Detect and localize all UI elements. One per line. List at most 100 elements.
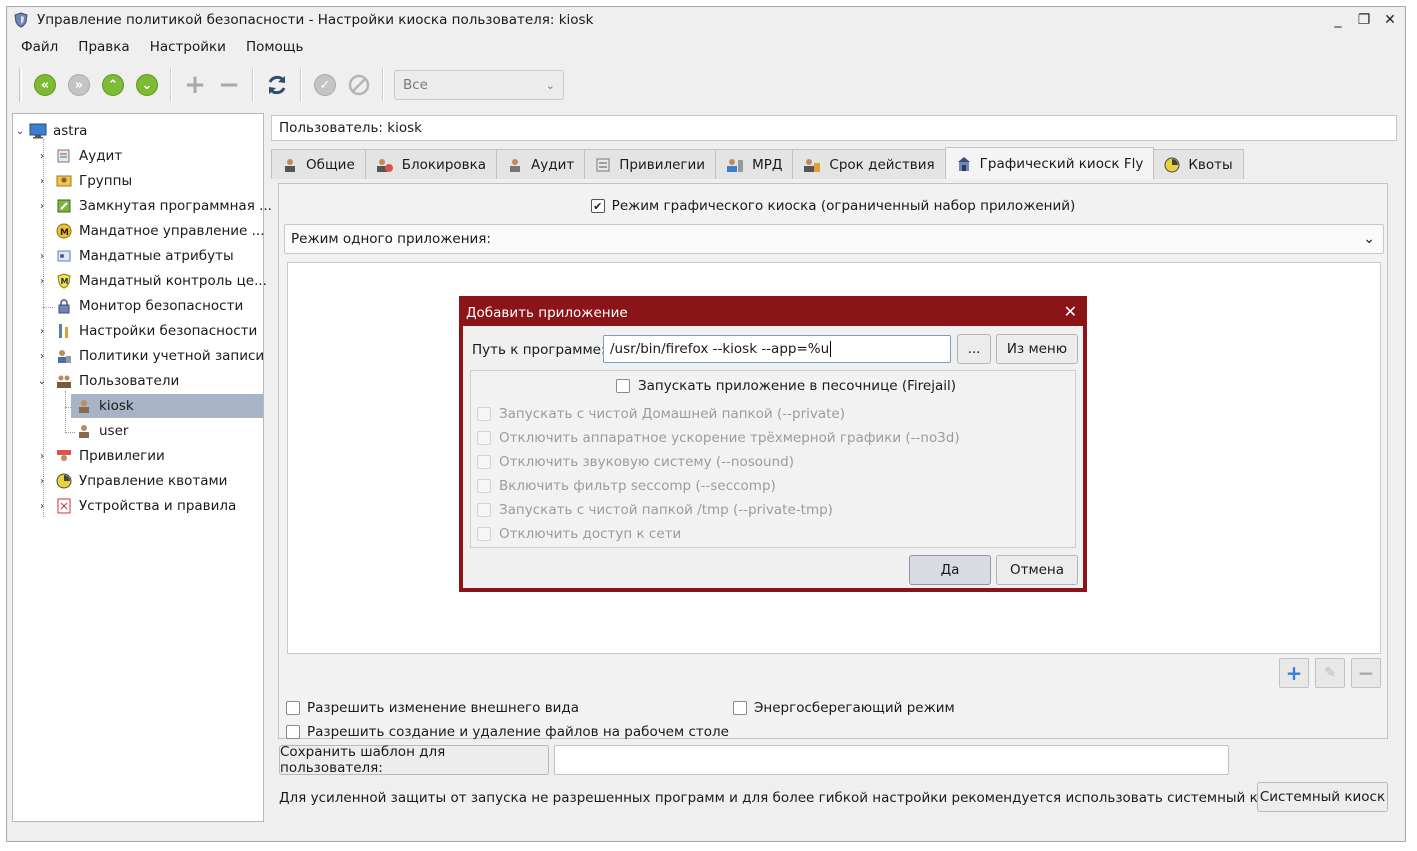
option-private-checkbox[interactable]	[477, 407, 491, 421]
add-button[interactable]: +	[180, 70, 210, 100]
program-path-input[interactable]: /usr/bin/firefox --kiosk --app=%u	[603, 335, 951, 363]
tree-item-label: Привилегии	[79, 448, 165, 464]
tree-item-privileges[interactable]: › Привилегии	[37, 444, 165, 468]
tree-item-devices[interactable]: › Устройства и правила	[37, 494, 236, 518]
add-application-dialog: Добавить приложение ✕ Путь к программе: …	[459, 296, 1087, 592]
tab-privileges[interactable]: Привилегии	[584, 149, 717, 179]
tab-kiosk[interactable]: Графический киоск Fly	[944, 147, 1155, 179]
option-no-network-checkbox[interactable]	[477, 527, 491, 541]
menu-help[interactable]: Помощь	[236, 37, 314, 57]
tree-item-user-kiosk[interactable]: kiosk	[71, 394, 263, 418]
refresh-icon	[268, 75, 286, 95]
tree-item-label: Мандатный контроль це...	[79, 273, 267, 289]
chevron-down-icon: ⌄	[545, 78, 555, 92]
tree-item-security-settings[interactable]: › Настройки безопасности	[37, 319, 257, 343]
tree-item-groups[interactable]: › Группы	[37, 169, 132, 193]
integrity-control-icon: M	[55, 273, 73, 289]
allow-desktop-files-row[interactable]: Разрешить создание и удаление файлов на …	[286, 724, 729, 740]
apply-button[interactable]: ✓	[310, 70, 340, 100]
allow-appearance-checkbox[interactable]	[286, 701, 300, 715]
from-menu-button[interactable]: Из меню	[996, 334, 1078, 364]
expand-arrow-icon[interactable]: ›	[37, 276, 47, 287]
close-icon[interactable]: ✕	[1064, 302, 1077, 321]
expand-arrow-icon[interactable]: ›	[37, 201, 47, 212]
tree-item-security-monitor[interactable]: Монитор безопасности	[37, 294, 243, 318]
menu-settings[interactable]: Настройки	[140, 37, 236, 57]
browse-button[interactable]: ...	[957, 334, 991, 364]
last-button[interactable]: »	[64, 70, 94, 100]
expand-arrow-icon[interactable]: ›	[37, 151, 47, 162]
tab-label: Квоты	[1188, 156, 1233, 173]
tree-item-label: Пользователи	[79, 373, 180, 389]
ok-button[interactable]: Да	[909, 555, 991, 585]
allow-desktop-files-checkbox[interactable]	[286, 725, 300, 739]
tree-item-label: user	[99, 423, 129, 439]
allow-appearance-row[interactable]: Разрешить изменение внешнего вида	[286, 700, 579, 716]
menu-edit[interactable]: Правка	[68, 37, 139, 57]
tree-item-label: Настройки безопасности	[79, 323, 258, 339]
tree-item-mandatory-attributes[interactable]: › Мандатные атрибуты	[37, 244, 234, 268]
close-button[interactable]: ✕	[1379, 10, 1401, 30]
cancel-changes-button[interactable]	[344, 70, 374, 100]
collapse-arrow-icon[interactable]: ⌄	[37, 376, 47, 387]
sandbox-row[interactable]: Запускать приложение в песочнице (Fireja…	[616, 378, 956, 394]
tree-item-account-policy[interactable]: › Политики учетной записи	[37, 344, 264, 368]
option-label: Отключить звуковую систему (--nosound)	[499, 454, 794, 470]
option-seccomp-checkbox[interactable]	[477, 479, 491, 493]
filter-select[interactable]: Все ⌄	[394, 70, 564, 100]
tree-guide-line	[65, 391, 66, 431]
tab-general[interactable]: Общие	[271, 149, 366, 179]
maximize-button[interactable]: ❐	[1353, 10, 1375, 30]
edit-app-button[interactable]: ✎	[1315, 658, 1345, 688]
minimize-button[interactable]: _	[1327, 10, 1349, 30]
tab-expiry[interactable]: Срок действия	[792, 149, 946, 179]
option-no3d-checkbox[interactable]	[477, 431, 491, 445]
navigation-tree: ⌄ astra › Аудит › Группы › Замкнутая про…	[12, 113, 272, 822]
tree-item-label: Монитор безопасности	[79, 298, 244, 314]
option-label: Отключить аппаратное ускорение трёхмерно…	[499, 430, 960, 446]
expand-arrow-icon[interactable]: ›	[37, 451, 47, 462]
remove-app-button[interactable]: −	[1351, 658, 1381, 688]
tree-root-astra[interactable]: ⌄ astra	[15, 119, 88, 143]
tree-item-audit[interactable]: › Аудит	[37, 144, 122, 168]
tab-quota[interactable]: Квоты	[1153, 149, 1244, 179]
save-template-button[interactable]: Сохранить шаблон для пользователя:	[279, 744, 549, 776]
tab-mrd[interactable]: МРД	[715, 149, 794, 179]
expand-arrow-icon[interactable]: ›	[37, 351, 47, 362]
down-button[interactable]: ⌄	[132, 70, 162, 100]
chevron-up-icon: ⌃	[102, 74, 124, 96]
expand-arrow-icon[interactable]: ›	[37, 176, 47, 187]
sandbox-checkbox[interactable]	[616, 379, 630, 393]
refresh-button[interactable]	[262, 70, 292, 100]
first-button[interactable]: «	[30, 70, 60, 100]
tree-item-closed-software[interactable]: › Замкнутая программная ...	[37, 194, 272, 218]
expand-arrow-icon[interactable]: ⌄	[15, 126, 25, 137]
toolbar-grip[interactable]	[19, 68, 22, 102]
kiosk-mode-checkbox[interactable]: ✔	[590, 199, 605, 213]
up-button[interactable]: ⌃	[98, 70, 128, 100]
tree-item-user-user[interactable]: user	[71, 419, 128, 443]
tab-lock[interactable]: Блокировка	[364, 149, 498, 179]
lock-user-icon	[376, 158, 393, 172]
system-kiosk-button[interactable]: Системный киоск	[1257, 782, 1388, 812]
remove-button[interactable]: −	[214, 70, 244, 100]
tree-item-integrity-control[interactable]: › M Мандатный контроль це...	[37, 269, 267, 293]
cancel-button[interactable]: Отмена	[996, 555, 1078, 585]
tree-item-users[interactable]: ⌄ Пользователи	[37, 369, 179, 393]
tree-item-mandatory-control[interactable]: M Мандатное управление ...	[37, 219, 265, 243]
expand-arrow-icon[interactable]: ›	[37, 476, 47, 487]
expand-arrow-icon[interactable]: ›	[37, 326, 47, 337]
expand-arrow-icon[interactable]: ›	[37, 501, 47, 512]
expand-arrow-icon[interactable]: ›	[37, 251, 47, 262]
energy-saving-checkbox[interactable]	[733, 701, 747, 715]
option-label: Запускать с чистой папкой /tmp (--privat…	[499, 502, 833, 518]
tab-audit[interactable]: Аудит	[496, 149, 586, 179]
add-app-button[interactable]: +	[1279, 658, 1309, 688]
option-private-tmp-checkbox[interactable]	[477, 503, 491, 517]
template-name-field[interactable]	[554, 745, 1229, 775]
energy-saving-row[interactable]: Энергосберегающий режим	[733, 700, 955, 716]
single-app-mode-select[interactable]: Режим одного приложения: ⌄	[284, 224, 1384, 254]
menu-file[interactable]: Файл	[11, 37, 68, 57]
option-nosound-checkbox[interactable]	[477, 455, 491, 469]
tree-item-quota[interactable]: › Управление квотами	[37, 469, 227, 493]
